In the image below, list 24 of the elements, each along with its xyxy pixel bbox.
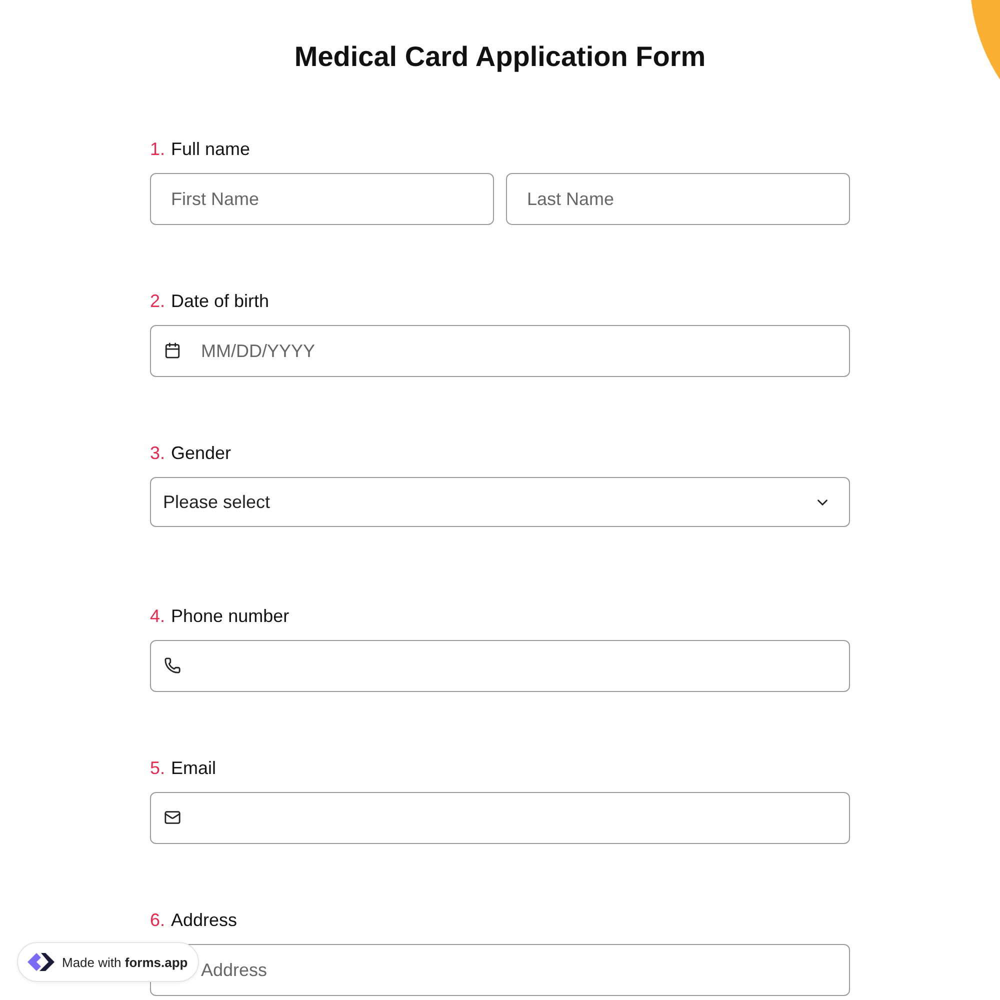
question-label: Gender [171,442,232,464]
question-number: 4. [150,605,166,627]
question-label: Full name [171,138,250,160]
email-field[interactable] [150,792,850,844]
question-number: 6. [150,909,166,931]
question-number: 5. [150,757,166,779]
question-label: Address [171,909,238,931]
mail-icon [164,809,181,826]
calendar-icon [164,342,181,359]
logo-icon [26,950,56,974]
question-number: 1. [150,138,166,160]
form-title: Medical Card Application Form [293,40,707,74]
text-field[interactable]: First Name [150,173,494,225]
question-label: Email [171,757,216,779]
question-label: Phone number [171,605,290,627]
phone-field[interactable] [150,640,850,692]
text-field[interactable]: Last Name [506,173,850,225]
gender-select[interactable]: Please select [150,477,850,527]
phone-icon [164,657,181,674]
made-with-badge[interactable]: Made with forms.app [17,942,199,982]
date-field[interactable]: MM/DD/YYYY [150,325,850,377]
question-label: Date of birth [171,290,270,312]
question-number: 3. [150,442,166,464]
question-number: 2. [150,290,166,312]
